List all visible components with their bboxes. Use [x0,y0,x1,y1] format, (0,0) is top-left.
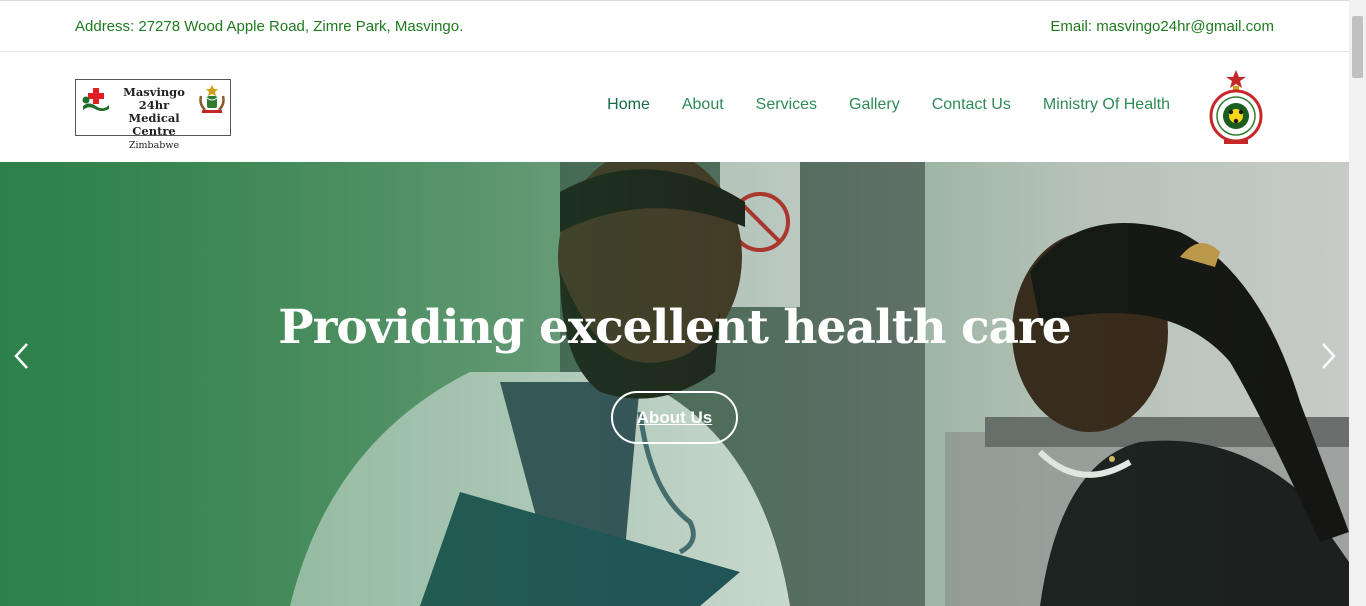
page: Address: 27278 Wood Apple Road, Zimre Pa… [0,0,1349,606]
hero-overlay [0,162,1349,606]
chevron-left-icon[interactable] [12,342,32,370]
nav-contact-us[interactable]: Contact Us [932,96,1011,114]
address-text: Address: 27278 Wood Apple Road, Zimre Pa… [75,18,464,35]
nav-services[interactable]: Services [756,96,817,114]
top-bar: Address: 27278 Wood Apple Road, Zimre Pa… [0,0,1349,52]
nav-about[interactable]: About [682,96,724,114]
nav-home[interactable]: Home [607,96,650,114]
logo-line-3: Zimbabwe [128,140,180,151]
about-us-button[interactable]: About Us [611,391,738,444]
hero-heading: Providing excellent health care [278,300,1071,355]
site-header: Masvingo 24hr Medical Centre Zimbabwe Ho… [0,52,1349,162]
logo-line-2: Medical Centre [128,111,180,138]
site-logo[interactable]: Masvingo 24hr Medical Centre Zimbabwe [75,79,231,151]
nav-ministry-of-health[interactable]: Ministry Of Health [1043,96,1170,114]
ministry-emblem-icon[interactable] [1206,68,1266,146]
email-text[interactable]: Email: masvingo24hr@gmail.com [1050,18,1274,35]
scrollbar-thumb[interactable] [1352,16,1363,78]
hero-carousel: Providing excellent health care About Us [0,162,1349,606]
logo-line-1: Masvingo 24hr [123,85,185,112]
coat-of-arms-icon [199,85,225,113]
chevron-right-icon[interactable] [1318,342,1338,370]
nav-gallery[interactable]: Gallery [849,96,900,114]
scrollbar[interactable] [1349,0,1366,606]
main-nav: Home About Services Gallery Contact Us M… [575,96,1170,114]
logo-text: Masvingo 24hr Medical Centre Zimbabwe [106,86,202,152]
